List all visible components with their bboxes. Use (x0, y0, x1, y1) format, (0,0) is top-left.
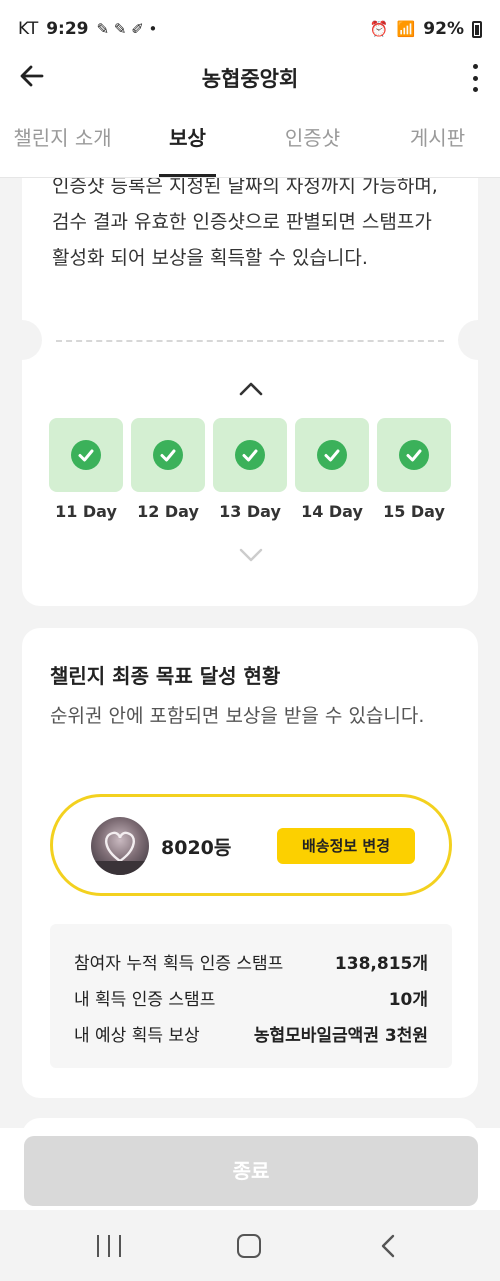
tab-reward[interactable]: 보상 (125, 98, 250, 177)
stat-label: 내 예상 획득 보상 (74, 1026, 200, 1046)
stat-label: 참여자 누적 획득 인증 스탬프 (74, 954, 284, 974)
system-nav-bar (0, 1210, 500, 1281)
change-shipping-button[interactable]: 배송정보 변경 (277, 828, 415, 864)
stamp-description: 인증샷 등록은 지정된 날짜의 자정까지 가능하며, 검수 결과 유효한 인증샷… (52, 178, 438, 269)
next-card (22, 1118, 478, 1128)
tab-proof-shot[interactable]: 인증샷 (250, 98, 375, 177)
day-label: 11 Day (55, 502, 117, 521)
arrow-left-icon (20, 65, 44, 87)
chevron-up-icon[interactable] (238, 376, 264, 402)
dashed-divider (56, 340, 444, 342)
check-icon (153, 440, 183, 470)
day-stamps: 11 Day 12 Day 13 Day 14 Day 15 Day (49, 418, 451, 521)
day-stamp: 14 Day (295, 418, 369, 521)
day-stamp: 15 Day (377, 418, 451, 521)
status-bar: KT 9:29 ✎ ✎ ✐ • ⏰ 📶 92% (0, 0, 500, 58)
alarm-icon: ⏰ (369, 20, 389, 38)
stamp-card: 인증샷 등록은 지정된 날짜의 자정까지 가능하며, 검수 결과 유효한 인증샷… (2, 178, 498, 606)
check-icon (317, 440, 347, 470)
day-label: 12 Day (137, 502, 199, 521)
day-label: 15 Day (383, 502, 445, 521)
stat-label: 내 획득 인증 스탬프 (74, 990, 216, 1010)
day-label: 13 Day (219, 502, 281, 521)
clock: 9:29 (46, 19, 89, 39)
battery-icon (472, 20, 482, 38)
bottom-action-bar: 종료 (0, 1128, 500, 1210)
day-label: 14 Day (301, 502, 363, 521)
notification-icons: ✎ ✎ ✐ • (96, 20, 158, 38)
stat-value: 농협모바일금액권 3천원 (253, 1026, 428, 1046)
heart-photo-icon (91, 831, 149, 875)
goal-subtitle: 순위권 안에 포함되면 보상을 받을 수 있습니다. (50, 705, 425, 727)
stat-value: 10개 (388, 990, 428, 1010)
my-rank: 8020등 (161, 837, 232, 859)
day-stamp: 11 Day (49, 418, 123, 521)
stat-row: 참여자 누적 획득 인증 스탬프 138,815개 (74, 946, 428, 982)
recent-apps-icon[interactable] (97, 1235, 121, 1257)
check-icon (235, 440, 265, 470)
home-icon[interactable] (237, 1234, 261, 1258)
check-icon (71, 440, 101, 470)
avatar (91, 817, 149, 875)
stat-row: 내 예상 획득 보상 농협모바일금액권 3천원 (74, 1018, 428, 1054)
app-bar: 농협중앙회 (0, 58, 500, 98)
stat-row: 내 획득 인증 스탬프 10개 (74, 982, 428, 1018)
tab-challenge-intro[interactable]: 챌린지 소개 (0, 98, 125, 177)
chevron-down-icon[interactable] (238, 541, 264, 567)
rank-panel: 8020등 배송정보 변경 (50, 794, 452, 896)
stat-value: 138,815개 (334, 954, 428, 974)
check-icon (399, 440, 429, 470)
page-title: 농협중앙회 (201, 67, 299, 91)
carrier-label: KT (18, 19, 39, 39)
day-stamp: 12 Day (131, 418, 205, 521)
tab-board[interactable]: 게시판 (375, 98, 500, 177)
tab-bar: 챌린지 소개 보상 인증샷 게시판 (0, 98, 500, 178)
content-scroll[interactable]: 인증샷 등록은 지정된 날짜의 자정까지 가능하며, 검수 결과 유효한 인증샷… (0, 178, 500, 1128)
back-button[interactable] (16, 62, 48, 94)
goal-status-card: 챌린지 최종 목표 달성 현황 순위권 안에 포함되면 보상을 받을 수 있습니… (22, 628, 478, 1098)
wifi-icon: 📶 (396, 20, 416, 38)
end-button[interactable]: 종료 (24, 1136, 478, 1206)
more-options-icon[interactable] (470, 64, 480, 92)
system-back-icon[interactable] (378, 1234, 400, 1258)
day-stamp: 13 Day (213, 418, 287, 521)
battery-percent: 92% (423, 19, 464, 39)
goal-title: 챌린지 최종 목표 달성 현황 (50, 664, 281, 688)
stats-panel: 참여자 누적 획득 인증 스탬프 138,815개 내 획득 인증 스탬프 10… (50, 924, 452, 1068)
